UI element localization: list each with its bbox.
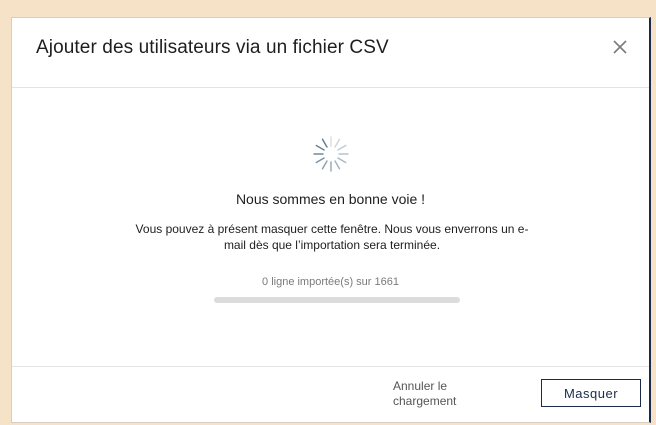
spinner-ray [334,138,341,148]
cancel-upload-link[interactable]: Annuler le chargement [393,379,483,409]
import-csv-dialog: Ajouter des utilisateurs via un fichier … [11,17,651,423]
spinner-ray [315,144,325,151]
loading-spinner-icon [313,136,349,172]
dialog-header: Ajouter des utilisateurs via un fichier … [12,18,649,88]
close-icon [613,40,627,54]
dialog-footer: Annuler le chargement Masquer [12,366,649,425]
spinner-ray [315,157,325,164]
close-button[interactable] [609,36,631,58]
spinner-ray [334,160,341,170]
spinner-ray [321,138,328,148]
spinner-ray [337,144,347,151]
spinner-ray [337,157,347,164]
status-message: Vous pouvez à présent masquer cette fenê… [135,222,529,252]
dialog-title: Ajouter des utilisateurs via un fichier … [36,37,389,58]
progress-label: 0 ligne importée(s) sur 1661 [262,276,399,288]
status-heading: Nous sommes en bonne voie ! [235,191,426,207]
progress-bar [214,297,460,303]
hide-button[interactable]: Masquer [541,379,641,407]
spinner-ray [321,160,328,170]
